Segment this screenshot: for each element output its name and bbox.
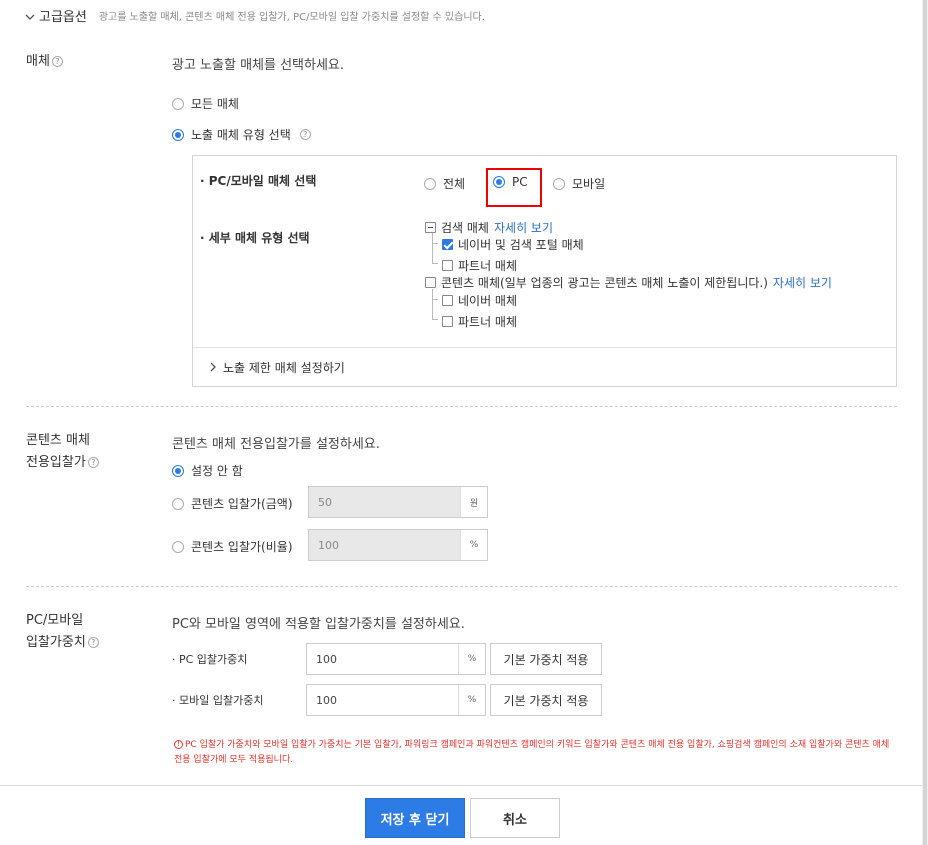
search-media-detail-link[interactable]: 자세히 보기 xyxy=(494,219,553,236)
media-type-radio[interactable] xyxy=(172,128,184,141)
advanced-options-title: 고급옵션 xyxy=(39,10,87,25)
pc-weight-input[interactable]: 100 % xyxy=(306,643,486,675)
footer-divider xyxy=(0,785,922,786)
naver-search-portal-label: 네이버 및 검색 포털 매체 xyxy=(458,238,584,252)
pc-default-weight-button[interactable]: 기본 가중치 적용 xyxy=(490,643,602,675)
help-icon[interactable]: ? xyxy=(51,56,63,67)
search-media-checkbox[interactable] xyxy=(425,222,436,233)
content-bid-label-line2: 전용입찰가 xyxy=(26,455,86,470)
pc-mobile-all-radio[interactable] xyxy=(424,177,436,190)
naver-media-checkbox[interactable] xyxy=(442,295,453,306)
content-bid-amount-value: 50 xyxy=(318,495,332,509)
naver-search-portal-checkbox[interactable] xyxy=(442,239,453,250)
media-option-all[interactable]: 모든 매체 xyxy=(172,95,239,112)
weight-guide: PC와 모바일 영역에 적용할 입찰가중치를 설정하세요. xyxy=(172,617,465,632)
content-bid-none-label: 설정 안 함 xyxy=(191,464,243,478)
scrollbar-thumb[interactable] xyxy=(923,0,927,845)
partner-media-1-item[interactable]: 파트너 매체 xyxy=(442,257,517,274)
content-media-detail-link[interactable]: 자세히 보기 xyxy=(773,274,832,291)
media-all-radio[interactable] xyxy=(172,97,184,110)
pc-mobile-option-mobile[interactable]: 모바일 xyxy=(553,175,605,192)
weight-warning: ! PC 입찰가 가중치와 모바일 입찰가 가중치는 기본 입찰가, 파워링크 캠… xyxy=(174,738,894,768)
content-bid-amount-unit: 원 xyxy=(460,487,487,517)
mobile-weight-input[interactable]: 100 % xyxy=(306,684,486,716)
partner-media-2-checkbox[interactable] xyxy=(442,316,453,327)
pc-weight-value: 100 xyxy=(316,652,337,666)
weight-label-line1: PC/모바일 xyxy=(26,613,84,628)
mobile-default-weight-button[interactable]: 기본 가중치 적용 xyxy=(490,684,602,716)
content-bid-none-radio[interactable] xyxy=(172,464,184,477)
search-media-label: 검색 매체 xyxy=(441,221,489,235)
tree-connector xyxy=(432,300,438,320)
weight-warning-text: PC 입찰가 가중치와 모바일 입찰가 가중치는 기본 입찰가, 파워링크 캠페… xyxy=(174,740,890,765)
media-label: 매체? xyxy=(26,51,63,73)
help-icon[interactable]: ? xyxy=(87,637,99,648)
pc-weight-unit: % xyxy=(458,644,485,674)
pc-mobile-all-label: 전체 xyxy=(443,177,466,191)
section-divider xyxy=(26,586,897,587)
scrollbar[interactable] xyxy=(922,0,928,845)
chevron-down-icon xyxy=(25,11,35,21)
content-bid-option-amount[interactable]: 콘텐츠 입찰가(금액) xyxy=(172,495,293,512)
partner-media-2-item[interactable]: 파트너 매체 xyxy=(442,313,517,330)
mobile-label: 모바일 xyxy=(572,177,606,191)
naver-media-label: 네이버 매체 xyxy=(458,294,518,308)
partner-media-1-label: 파트너 매체 xyxy=(458,259,518,273)
partner-media-1-checkbox[interactable] xyxy=(442,260,453,271)
content-bid-ratio-value: 100 xyxy=(318,538,339,552)
media-label-text: 매체 xyxy=(26,54,50,69)
help-icon[interactable]: ? xyxy=(87,457,99,468)
content-bid-guide: 콘텐츠 매체 전용입찰가를 설정하세요. xyxy=(172,437,380,452)
detail-media-label: · 세부 매체 유형 선택 xyxy=(200,231,310,245)
naver-media-item[interactable]: 네이버 매체 xyxy=(442,292,517,309)
media-option-type[interactable]: 노출 매체 유형 선택? xyxy=(172,126,311,143)
save-and-close-button[interactable]: 저장 후 닫기 xyxy=(365,798,465,838)
content-bid-amount-radio[interactable] xyxy=(172,497,184,510)
panel-divider xyxy=(193,347,896,348)
content-bid-ratio-label: 콘텐츠 입찰가(비율) xyxy=(191,540,293,554)
content-media-group[interactable]: 콘텐츠 매체(일부 업종의 광고는 콘텐츠 매체 노출이 제한됩니다.) 자세히… xyxy=(425,274,832,291)
media-type-label: 노출 매체 유형 선택 xyxy=(191,128,291,142)
content-bid-ratio-input[interactable]: 100 % xyxy=(308,529,488,561)
content-bid-label: 콘텐츠 매체 전용입찰가? xyxy=(26,430,99,474)
cancel-button[interactable]: 취소 xyxy=(470,798,560,838)
pc-mobile-option-all[interactable]: 전체 xyxy=(424,175,465,192)
media-guide: 광고 노출할 매체를 선택하세요. xyxy=(172,58,345,73)
help-icon[interactable]: ? xyxy=(299,129,311,140)
content-bid-label-line1: 콘텐츠 매체 xyxy=(26,433,90,448)
media-all-label: 모든 매체 xyxy=(191,97,239,111)
partner-media-2-label: 파트너 매체 xyxy=(458,315,518,329)
warning-icon: ! xyxy=(174,740,183,749)
advanced-options-header[interactable]: 고급옵션 광고를 노출할 매체, 콘텐츠 매체 전용 입찰가, PC/모바일 입… xyxy=(25,6,485,25)
media-type-panel xyxy=(192,155,897,387)
exclusion-media-label: 노출 제한 매체 설정하기 xyxy=(223,361,345,375)
weight-label-line2: 입찰가중치 xyxy=(26,635,86,650)
naver-search-portal-item[interactable]: 네이버 및 검색 포털 매체 xyxy=(442,236,584,253)
content-bid-ratio-unit: % xyxy=(460,530,487,560)
tree-connector xyxy=(432,289,438,300)
mobile-radio[interactable] xyxy=(553,177,565,190)
exclusion-media-toggle[interactable]: 노출 제한 매체 설정하기 xyxy=(210,359,345,376)
content-media-checkbox[interactable] xyxy=(425,277,436,288)
pc-highlight-box xyxy=(486,168,542,207)
pc-weight-label: · PC 입찰가중치 xyxy=(172,653,248,666)
mobile-weight-value: 100 xyxy=(316,693,337,707)
chevron-right-icon xyxy=(210,361,217,375)
content-bid-amount-label: 콘텐츠 입찰가(금액) xyxy=(191,497,293,511)
mobile-weight-unit: % xyxy=(458,685,485,715)
mobile-weight-label: · 모바일 입찰가중치 xyxy=(172,694,264,707)
weight-label: PC/모바일 입찰가중치? xyxy=(26,610,99,654)
content-bid-amount-input[interactable]: 50 원 xyxy=(308,486,488,518)
section-divider xyxy=(26,406,897,407)
content-bid-option-ratio[interactable]: 콘텐츠 입찰가(비율) xyxy=(172,538,293,555)
search-media-group[interactable]: 검색 매체 자세히 보기 xyxy=(425,219,553,236)
advanced-options-description: 광고를 노출할 매체, 콘텐츠 매체 전용 입찰가, PC/모바일 입찰 가중치… xyxy=(98,12,485,23)
content-bid-ratio-radio[interactable] xyxy=(172,540,184,553)
tree-connector xyxy=(432,233,438,244)
pc-mobile-label: · PC/모바일 매체 선택 xyxy=(200,174,317,188)
content-bid-option-none[interactable]: 설정 안 함 xyxy=(172,462,243,479)
tree-connector xyxy=(432,244,438,264)
content-media-label: 콘텐츠 매체(일부 업종의 광고는 콘텐츠 매체 노출이 제한됩니다.) xyxy=(441,276,768,290)
